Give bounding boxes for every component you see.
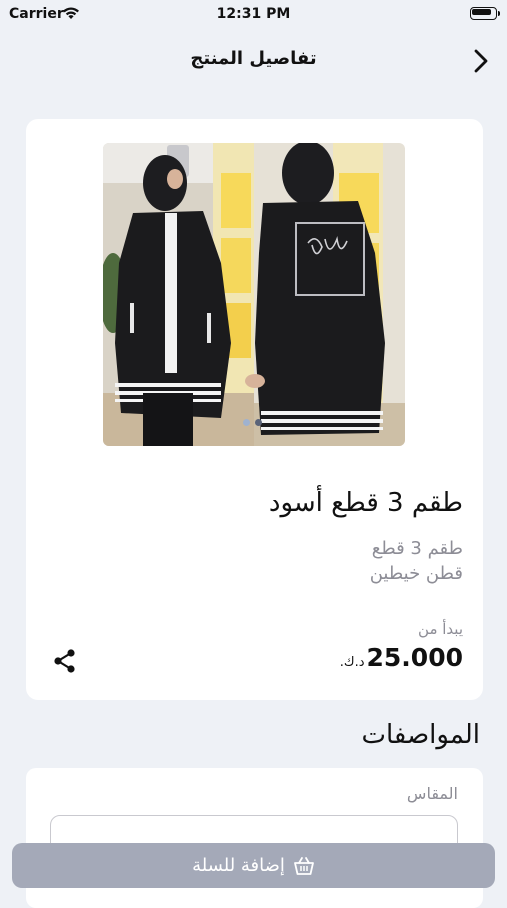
page-title: تفاصيل المنتج bbox=[190, 48, 317, 69]
product-name: طقم 3 قطع أسود bbox=[268, 488, 463, 518]
pager-dot-1 bbox=[243, 419, 250, 426]
price-value: 25.000 bbox=[366, 643, 463, 672]
chevron-right-icon bbox=[474, 49, 488, 73]
image-pager bbox=[243, 419, 267, 429]
battery-level bbox=[472, 9, 491, 15]
share-icon[interactable] bbox=[52, 648, 78, 674]
add-to-cart-label: إضافة للسلة bbox=[192, 855, 285, 876]
product-image[interactable] bbox=[103, 143, 405, 446]
specs-title: المواصفات bbox=[361, 720, 480, 750]
product-subtitle-1: طقم 3 قطع bbox=[371, 538, 463, 559]
price-row: 25.000د.ك. bbox=[340, 643, 463, 672]
price-prefix: يبدأ من bbox=[418, 620, 463, 638]
basket-icon bbox=[294, 856, 314, 875]
product-subtitle-2: قطن خيطين bbox=[369, 563, 463, 584]
add-to-cart-button[interactable]: إضافة للسلة bbox=[12, 843, 495, 888]
pager-dot-2 bbox=[255, 419, 262, 426]
status-time: 12:31 PM bbox=[216, 6, 291, 22]
product-photo bbox=[103, 143, 405, 446]
size-label: المقاس bbox=[406, 784, 458, 803]
currency-label: د.ك. bbox=[339, 655, 365, 670]
back-button[interactable] bbox=[466, 46, 496, 76]
